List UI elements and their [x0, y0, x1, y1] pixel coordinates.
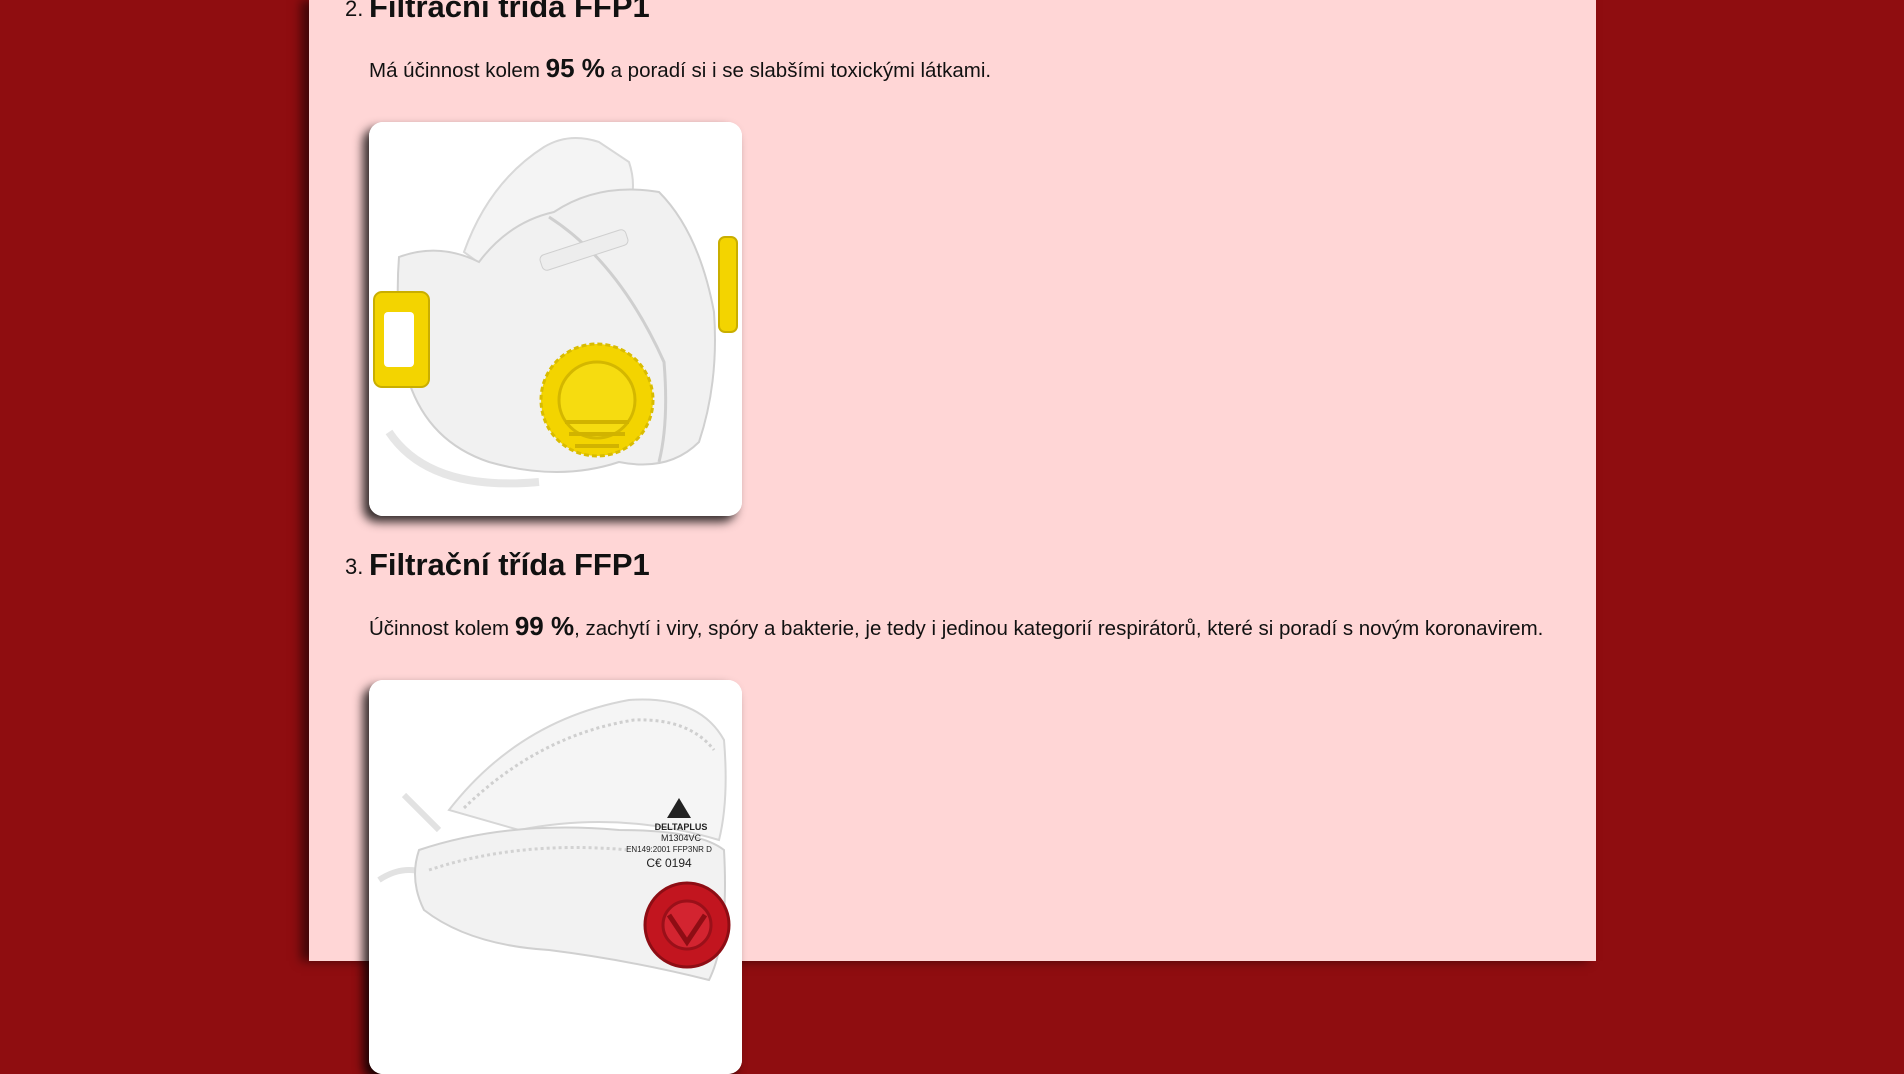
- item-description: Účinnost kolem 99 %, zachytí i viry, spó…: [369, 610, 1543, 644]
- item-title: Filtrační třída FFP1: [369, 0, 650, 24]
- respirator-illustration: [369, 122, 742, 516]
- respirator-image-red-valve: DELTAPLUS M1304VC EN149:2001 FFP3NR D C€…: [369, 680, 742, 1074]
- description-text: , zachytí i viry, spóry a bakterie, je t…: [574, 617, 1544, 640]
- item-description: Má účinnost kolem 95 % a poradí si i se …: [369, 52, 991, 86]
- efficiency-value: 99 %: [514, 611, 575, 641]
- mask-standard-text: EN149:2001 FFP3NR D: [626, 845, 712, 854]
- mask-mark-text: C€ 0194: [646, 856, 692, 870]
- description-text: a poradí si i se slabšími toxickými látk…: [604, 59, 992, 82]
- respirator-image-yellow-valve: [369, 122, 742, 516]
- description-text: Účinnost kolem: [369, 617, 515, 640]
- mask-brand-text: DELTAPLUS: [655, 822, 708, 832]
- mask-model-text: M1304VC: [661, 833, 702, 843]
- efficiency-value: 95 %: [545, 53, 605, 83]
- content-column: 2. Filtrační třída FFP1 Má účinnost kole…: [309, 0, 1596, 1074]
- item-title: Filtrační třída FFP1: [369, 547, 650, 582]
- description-text: Má účinnost kolem: [369, 59, 546, 82]
- list-item-number: 3.: [345, 554, 364, 579]
- list-item-number: 2.: [345, 0, 364, 21]
- respirator-illustration: DELTAPLUS M1304VC EN149:2001 FFP3NR D C€…: [369, 680, 742, 1074]
